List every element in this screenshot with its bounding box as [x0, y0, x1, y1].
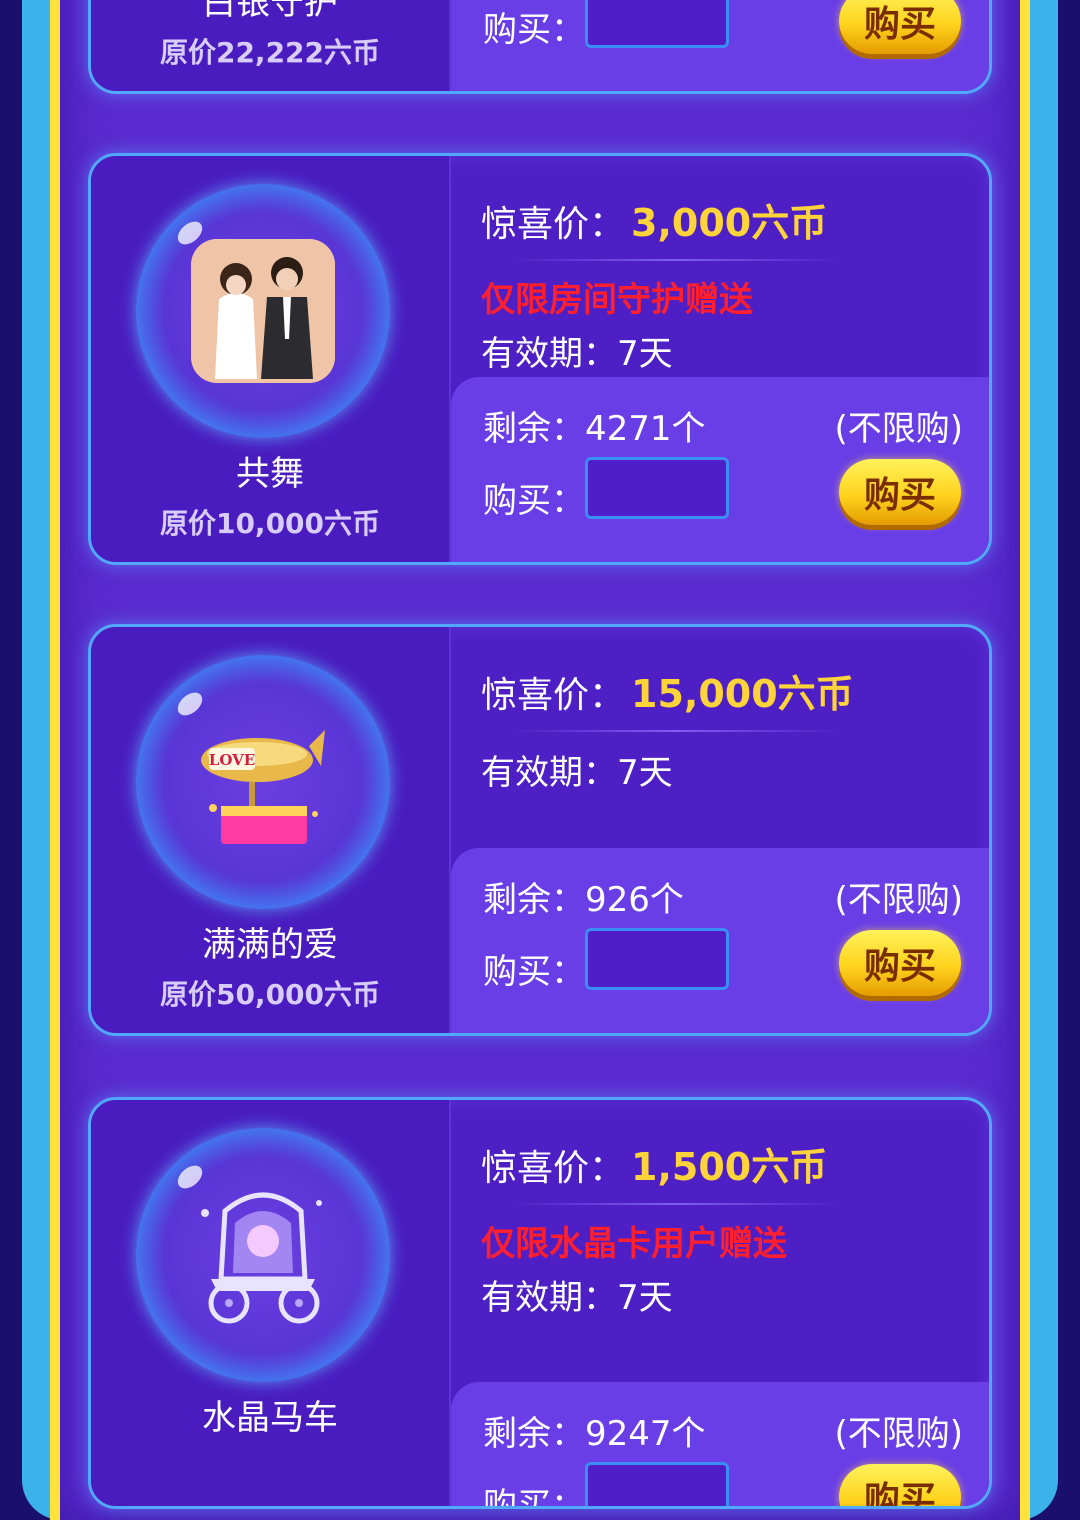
- remaining-value: 9247个: [585, 1414, 706, 1454]
- gift-card-silver-guardian: 白银守护 原价22,222六币 购买： 购买: [88, 0, 992, 94]
- buy-label: 购买：: [483, 10, 585, 50]
- restriction-note: 仅限水晶卡用户赠送: [481, 1224, 787, 1264]
- validity-value: 7天: [617, 1278, 673, 1318]
- purchase-panel: 剩余： 9247个 (不限购) 购买： 购买: [451, 1382, 989, 1509]
- surprise-price-label: 惊喜价：: [481, 675, 626, 716]
- validity-value: 7天: [617, 753, 673, 793]
- svg-text:LOVE: LOVE: [209, 751, 255, 769]
- remaining-label: 剩余：: [483, 880, 585, 920]
- gift-bubble: [136, 184, 390, 438]
- love-airship-icon: LOVE: [191, 710, 335, 854]
- gift-card-dance: 共舞 原价10,000六币 惊喜价： 3,000六币 仅限房间守护赠送 有效期：…: [88, 153, 992, 565]
- buy-label: 购买：: [483, 952, 585, 992]
- quantity-input[interactable]: [585, 928, 729, 990]
- original-price: 原价22,222六币: [159, 36, 381, 69]
- quantity-input[interactable]: [585, 0, 729, 48]
- surprise-price-row: 惊喜价： 15,000六币: [481, 663, 854, 718]
- gift-image-panel: 白银守护 原价22,222六币: [91, 0, 451, 91]
- remaining-row: 剩余： 926个: [483, 872, 684, 921]
- purchase-limit: (不限购): [834, 409, 963, 449]
- original-price: 原价50,000六币: [159, 978, 381, 1011]
- gift-name: 满满的爱: [202, 925, 338, 965]
- gift-name: 白银守护: [202, 0, 338, 23]
- validity-label: 有效期：: [481, 1278, 617, 1318]
- surprise-price: 15,000六币: [631, 672, 854, 716]
- surprise-price-label: 惊喜价：: [481, 204, 626, 245]
- buy-label: 购买：: [483, 481, 585, 521]
- restriction-note: 仅限房间守护赠送: [481, 280, 753, 320]
- gift-image-panel: 共舞 原价10,000六币: [91, 156, 451, 562]
- purchase-limit: (不限购): [834, 1414, 963, 1454]
- quantity-input[interactable]: [585, 1462, 729, 1506]
- validity-value: 7天: [617, 334, 673, 374]
- purchase-panel: 剩余： 4271个 (不限购) 购买： 购买: [451, 377, 989, 562]
- purchase-limit: (不限购): [834, 880, 963, 920]
- couple-dance-icon: [191, 239, 335, 383]
- surprise-price: 3,000六币: [631, 201, 828, 245]
- crystal-carriage-icon: [191, 1183, 335, 1327]
- surprise-price-label: 惊喜价：: [481, 1148, 626, 1189]
- surprise-price-row: 惊喜价： 1,500六币: [481, 1136, 827, 1191]
- remaining-row: 剩余： 9247个: [483, 1406, 706, 1455]
- gift-name: 水晶马车: [202, 1398, 338, 1438]
- divider: [511, 259, 841, 261]
- surprise-price-row: 惊喜价： 3,000六币: [481, 192, 827, 247]
- remaining-label: 剩余：: [483, 1414, 585, 1454]
- remaining-label: 剩余：: [483, 409, 585, 449]
- buy-button[interactable]: 购买: [839, 1464, 961, 1506]
- gift-name: 共舞: [236, 454, 304, 494]
- validity-label: 有效期：: [481, 753, 617, 793]
- buy-button[interactable]: 购买: [839, 0, 961, 54]
- remaining-value: 926个: [585, 880, 684, 920]
- divider: [511, 730, 841, 732]
- validity-row: 有效期： 7天: [481, 326, 673, 375]
- validity-label: 有效期：: [481, 334, 617, 374]
- purchase-panel: 剩余： 926个 (不限购) 购买： 购买: [451, 848, 989, 1033]
- gift-bubble: LOVE: [136, 655, 390, 909]
- gift-card-crystal-carriage: 水晶马车 惊喜价： 1,500六币 仅限水晶卡用户赠送 有效期： 7天 剩余： …: [88, 1097, 992, 1509]
- gift-image-panel: LOVE 满满的爱 原价50,000六币: [91, 627, 451, 1033]
- validity-row: 有效期： 7天: [481, 745, 673, 794]
- divider: [511, 1203, 841, 1205]
- gift-image-panel: 水晶马车: [91, 1100, 451, 1506]
- surprise-price: 1,500六币: [631, 1145, 828, 1189]
- validity-row: 有效期： 7天: [481, 1270, 673, 1319]
- purchase-panel: 购买： 购买: [451, 0, 989, 91]
- quantity-input[interactable]: [585, 457, 729, 519]
- original-price: 原价10,000六币: [159, 507, 381, 540]
- buy-button[interactable]: 购买: [839, 930, 961, 996]
- remaining-value: 4271个: [585, 409, 706, 449]
- buy-label: 购买：: [483, 1486, 585, 1509]
- remaining-row: 剩余： 4271个: [483, 401, 706, 450]
- gift-card-full-love: LOVE 满满的爱 原价50,000六币 惊喜价： 15,000六币 有效期： …: [88, 624, 992, 1036]
- buy-button[interactable]: 购买: [839, 459, 961, 525]
- gift-bubble: [136, 1128, 390, 1382]
